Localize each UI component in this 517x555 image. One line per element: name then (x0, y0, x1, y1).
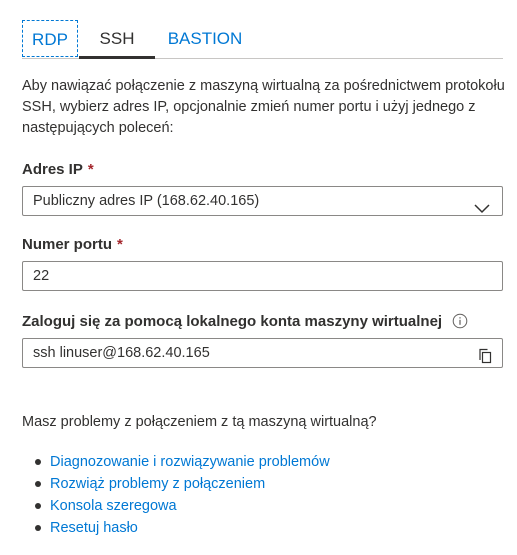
port-number-label: Numer portu * (22, 236, 123, 253)
troubleshoot-question: Masz problemy z połączeniem z tą maszyną… (22, 414, 377, 430)
list-item: Konsola szeregowa (35, 495, 330, 517)
info-icon[interactable] (452, 313, 468, 333)
ssh-command-text: ssh linuser@168.62.40.165 (33, 345, 210, 361)
local-account-login-label: Zaloguj się za pomocą lokalnego konta ma… (22, 313, 468, 333)
copy-icon[interactable] (478, 346, 492, 374)
bullet (35, 525, 41, 531)
ip-address-label: Adres IP * (22, 161, 94, 178)
tab-bastion[interactable]: BASTION (162, 20, 248, 57)
port-number-label-text: Numer portu (22, 236, 112, 253)
tab-rdp[interactable]: RDP (22, 20, 78, 57)
serial-console-link[interactable]: Konsola szeregowa (50, 498, 177, 514)
required-marker: * (117, 236, 123, 253)
required-marker: * (87, 161, 94, 178)
bullet (35, 481, 41, 487)
chevron-down-icon (474, 196, 490, 224)
bullet (35, 503, 41, 509)
troubleshoot-connection-link[interactable]: Rozwiąż problemy z połączeniem (50, 476, 265, 492)
ssh-description: Aby nawiązać połączenie z maszyną wirtua… (22, 78, 505, 136)
bullet (35, 459, 41, 465)
local-account-login-label-text: Zaloguj się za pomocą lokalnego konta ma… (22, 313, 443, 330)
ssh-command-field[interactable]: ssh linuser@168.62.40.165 (22, 338, 503, 368)
ip-address-dropdown[interactable]: Publiczny adres IP (168.62.40.165) (22, 186, 503, 216)
ip-address-selected-value: Publiczny adres IP (168.62.40.165) (33, 193, 260, 209)
list-item: Rozwiąż problemy z połączeniem (35, 473, 330, 495)
tab-ssh[interactable]: SSH (79, 20, 155, 59)
ip-address-label-text: Adres IP (22, 161, 83, 178)
connect-tabs: RDP SSH BASTION (22, 20, 503, 59)
list-item: Diagnozowanie i rozwiązywanie problemów (35, 451, 330, 473)
port-number-input[interactable]: 22 (22, 261, 503, 291)
diagnose-link[interactable]: Diagnozowanie i rozwiązywanie problemów (50, 454, 330, 470)
list-item: Resetuj hasło (35, 517, 330, 539)
troubleshoot-links: Diagnozowanie i rozwiązywanie problemów … (35, 451, 330, 539)
port-number-value: 22 (33, 268, 50, 284)
reset-password-link[interactable]: Resetuj hasło (50, 520, 138, 536)
